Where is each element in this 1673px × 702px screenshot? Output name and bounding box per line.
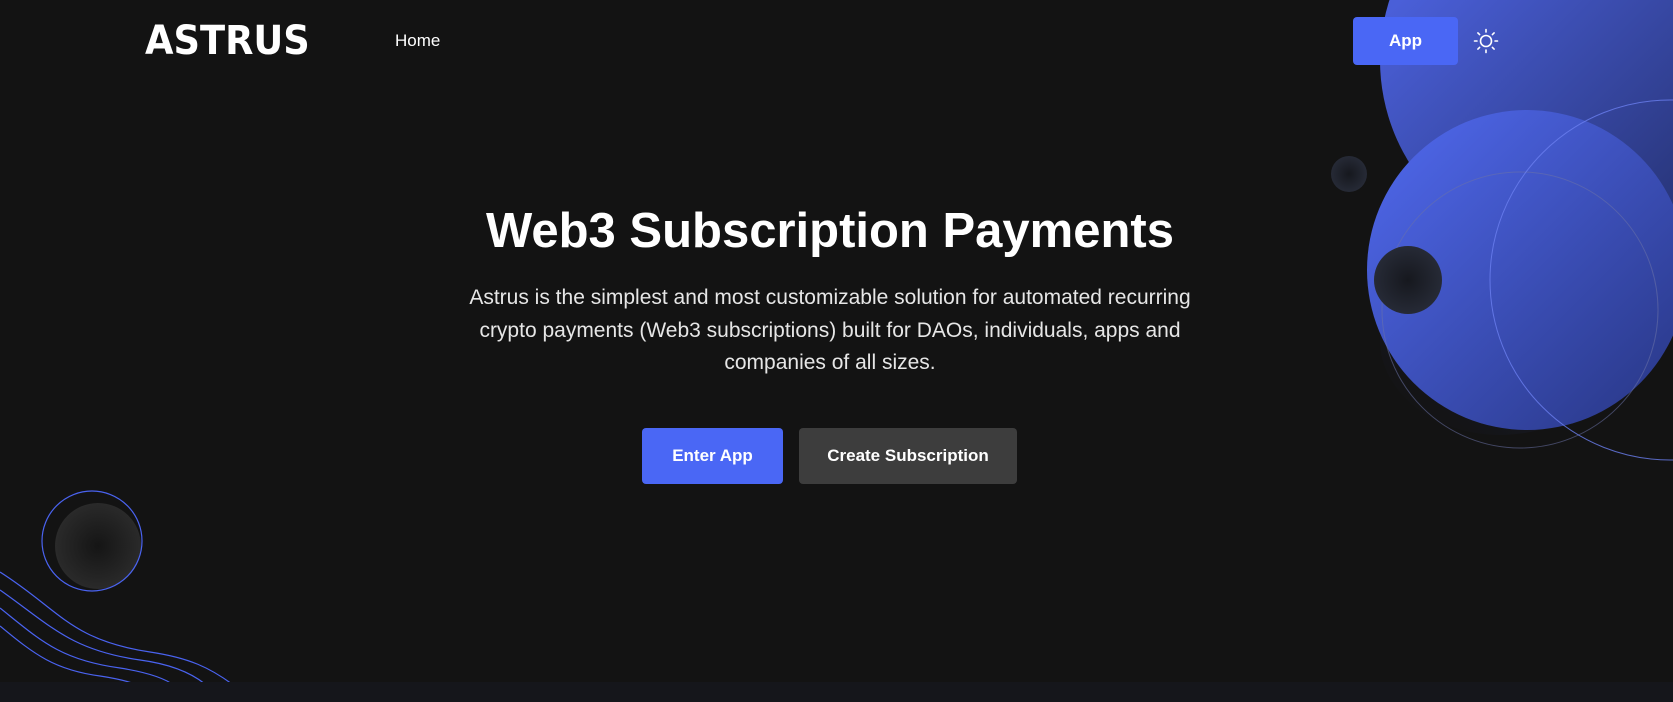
decor-wave-lines (0, 571, 233, 689)
app-button[interactable]: App (1353, 17, 1458, 65)
logo[interactable]: ASTRUS (145, 16, 310, 66)
hero-subtitle: Astrus is the simplest and most customiz… (469, 286, 1191, 374)
decor-ring-right (1489, 99, 1673, 461)
bottom-strip (0, 682, 1673, 702)
hero-title: Web3 Subscription Payments (486, 204, 1174, 258)
decor-grey-orb (55, 503, 141, 589)
enter-app-button[interactable]: Enter App (642, 428, 783, 484)
sun-icon (1473, 28, 1499, 54)
decor-sphere-shadow (1380, 245, 1620, 435)
landing-page: ASTRUS Home App Web3 Subscription Paymen… (0, 0, 1673, 702)
decor-small-orb (1331, 156, 1367, 192)
nav-link-home[interactable]: Home (395, 30, 440, 52)
create-subscription-button[interactable]: Create Subscription (799, 428, 1017, 484)
theme-toggle-button[interactable] (1472, 27, 1500, 55)
decor-blue-ring (41, 490, 143, 592)
decor-mid-sphere (1367, 110, 1673, 430)
